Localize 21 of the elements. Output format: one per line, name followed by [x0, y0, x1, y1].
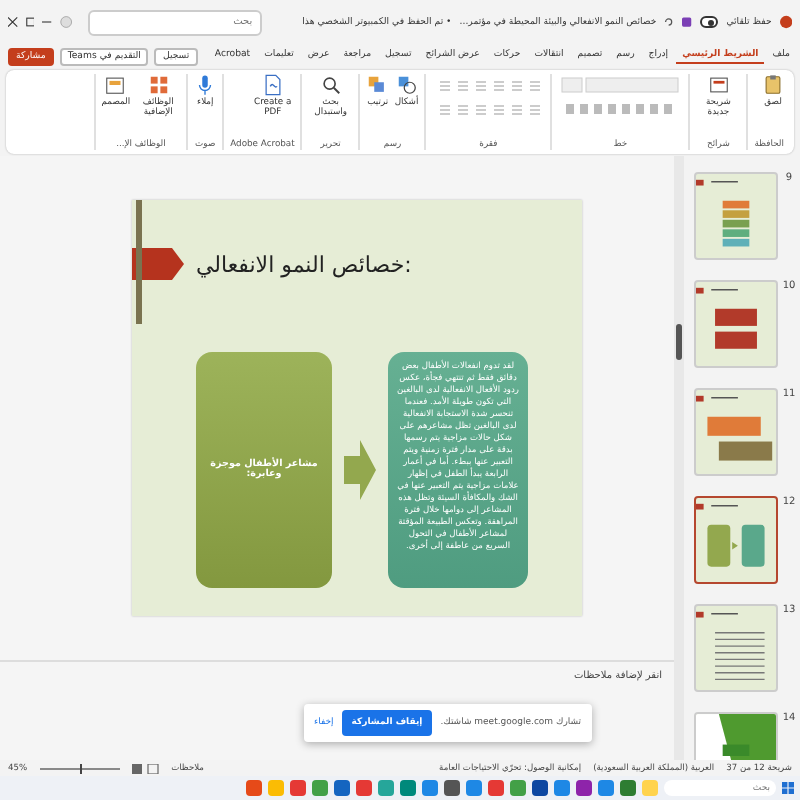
app-logo-icon — [779, 14, 792, 30]
layers-icon — [366, 74, 389, 96]
search-icon — [319, 74, 342, 96]
save-icon[interactable] — [681, 16, 691, 28]
autosave-toggle[interactable] — [699, 16, 719, 28]
pentagon-shape — [132, 248, 184, 280]
slide-title: خصائص النمو الانفعالي: — [196, 251, 412, 277]
slide-thumbnail[interactable] — [694, 496, 778, 584]
shapes-icon — [395, 74, 418, 96]
microphone-icon — [194, 74, 217, 96]
scrollbar[interactable] — [674, 156, 684, 760]
close-icon[interactable] — [8, 16, 18, 28]
minimize-icon[interactable] — [42, 16, 52, 28]
grid-icon — [147, 74, 170, 96]
view-icon[interactable] — [131, 763, 160, 773]
avatar-icon[interactable] — [59, 14, 73, 30]
undo-icon[interactable] — [664, 16, 674, 28]
restore-icon[interactable] — [25, 16, 35, 28]
clipboard-icon — [762, 74, 784, 96]
arrow-shape — [344, 440, 376, 500]
windows-start-icon[interactable] — [782, 782, 794, 794]
